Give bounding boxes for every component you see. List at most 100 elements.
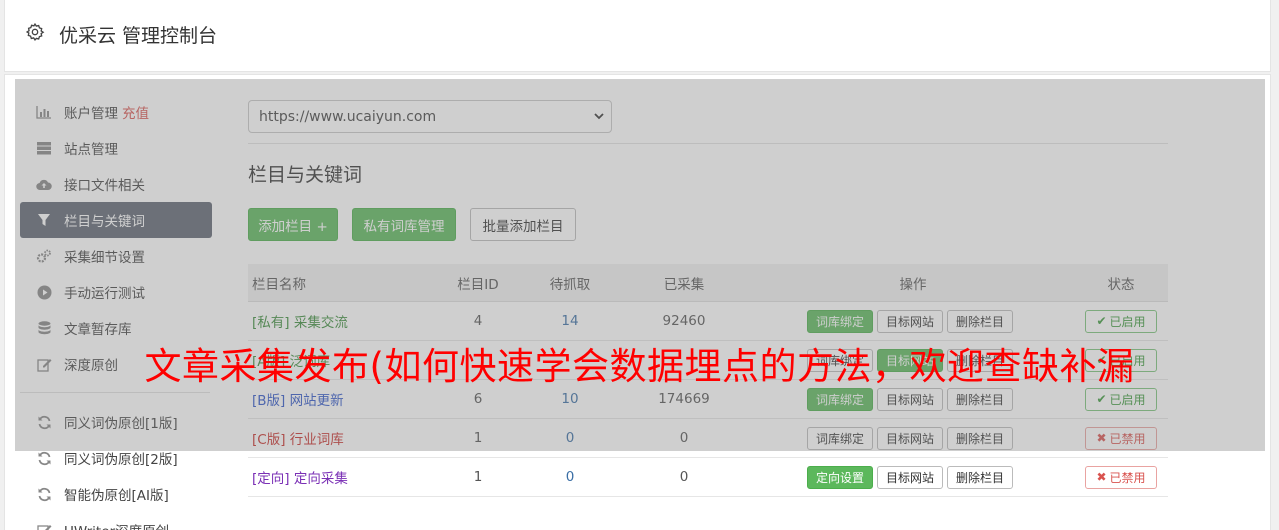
- bind-lib-button[interactable]: 词库绑定: [807, 387, 874, 411]
- sidebar-item-columns[interactable]: 栏目与关键词: [20, 202, 212, 238]
- table-row: [定向] 定向采集 1 0 0 定向设置 目标网站 删除栏目 ✖ 已禁用: [248, 458, 1168, 497]
- site-select-value: https://www.ucaiyun.com: [259, 108, 437, 125]
- bar-chart-icon: [36, 104, 52, 120]
- add-column-button[interactable]: 添加栏目 +: [248, 208, 338, 241]
- close-icon: ✖: [1096, 431, 1107, 445]
- sidebar-item-sites[interactable]: 站点管理: [20, 130, 212, 166]
- status-label: 已禁用: [1109, 431, 1146, 446]
- status-toggle[interactable]: ✖ 已禁用: [1085, 465, 1157, 489]
- refresh-icon: [36, 486, 52, 502]
- sidebar-item-ai-original[interactable]: 智能伪原创[AI版]: [20, 476, 212, 512]
- status-toggle[interactable]: ✖ 已禁用: [1085, 426, 1157, 450]
- sidebar-item-uwriter[interactable]: UWriter深度原创: [20, 512, 212, 530]
- column-name: 定向采集: [293, 471, 348, 487]
- col-header-status: 状态: [1107, 276, 1135, 293]
- status-label: 已启用: [1109, 314, 1146, 329]
- sidebar-item-manual-run[interactable]: 手动运行测试: [20, 274, 212, 310]
- chevron-down-icon: [594, 113, 604, 120]
- app-header: 优采云 管理控制台: [4, 0, 1271, 72]
- row-actions: 词库绑定 目标网站 删除栏目: [807, 302, 1017, 340]
- refresh-icon: [36, 414, 52, 430]
- column-name-cell[interactable]: [私有] 采集交流: [252, 302, 348, 340]
- column-tag: [C版]: [252, 432, 286, 448]
- sidebar-item-label: 文章暂存库: [64, 322, 132, 338]
- target-site-button[interactable]: 目标网站: [877, 465, 944, 489]
- refresh-icon: [36, 450, 52, 466]
- private-lib-button[interactable]: 私有词库管理: [352, 208, 456, 241]
- column-name: 行业词库: [289, 432, 344, 448]
- column-name: 采集交流: [293, 315, 348, 331]
- status-cell: ✖ 已禁用: [1084, 419, 1158, 457]
- cloud-upload-icon: [36, 176, 52, 192]
- delete-column-button[interactable]: 删除栏目: [947, 309, 1014, 333]
- batch-add-button[interactable]: 批量添加栏目: [470, 208, 576, 241]
- target-site-button[interactable]: 目标网站: [877, 426, 944, 450]
- collected-count: 0: [679, 430, 689, 446]
- sidebar-item-label: 智能伪原创[AI版]: [64, 488, 169, 504]
- gear-icon: [25, 22, 45, 42]
- col-header-actions: 操作: [899, 276, 927, 293]
- status-cell: ✔ 已启用: [1084, 302, 1158, 340]
- sidebar-item-label: 同义词伪原创[2版]: [64, 452, 178, 468]
- status-label: 已启用: [1109, 392, 1146, 407]
- sidebar-item-account[interactable]: 账户管理 充值: [20, 94, 212, 130]
- table-row: [C版] 行业词库 1 0 0 词库绑定 目标网站 删除栏目 ✖ 已禁用: [248, 419, 1168, 458]
- sidebar-item-label: 账户管理: [64, 106, 118, 122]
- edit-icon: [36, 522, 52, 530]
- sidebar-item-interface[interactable]: 接口文件相关: [20, 166, 212, 202]
- bind-lib-button[interactable]: 词库绑定: [807, 426, 874, 450]
- pending-count[interactable]: 0: [540, 458, 600, 496]
- sidebar-item-label: 站点管理: [64, 142, 118, 158]
- overlay-banner-text: 文章采集发布(如何快速学会数据埋点的方法，欢迎查缺补漏: [144, 345, 1135, 388]
- play-circle-icon: [36, 284, 52, 300]
- table-header: 栏目名称 栏目ID 待抓取 已采集 操作 状态: [248, 264, 1168, 302]
- close-icon: ✖: [1096, 470, 1107, 484]
- column-tag: [定向]: [252, 471, 290, 487]
- col-header-pending: 待抓取: [549, 276, 591, 293]
- page-title: 栏目与关键词: [248, 164, 363, 186]
- status-cell: ✖ 已禁用: [1084, 458, 1158, 496]
- delete-column-button[interactable]: 删除栏目: [947, 387, 1014, 411]
- row-actions: 词库绑定 目标网站 删除栏目: [807, 419, 1017, 457]
- app-title: 优采云 管理控制台: [59, 25, 218, 47]
- sidebar-item-label: 手动运行测试: [64, 286, 145, 302]
- status-toggle[interactable]: ✔ 已启用: [1085, 309, 1157, 333]
- status-toggle[interactable]: ✔ 已启用: [1085, 387, 1157, 411]
- sidebar-item-synonym-v2[interactable]: 同义词伪原创[2版]: [20, 440, 212, 476]
- sidebar-divider: [20, 392, 210, 393]
- target-site-button[interactable]: 目标网站: [877, 387, 944, 411]
- column-tag: [私有]: [252, 315, 290, 331]
- column-id: 1: [473, 469, 483, 485]
- sidebar: 账户管理 充值 站点管理 接口文件相关 栏目与关键词 采集细节设置 手动运行测试: [20, 94, 212, 530]
- filter-icon: [36, 212, 52, 228]
- sidebar-item-label: 采集细节设置: [64, 250, 145, 266]
- sidebar-item-synonym-v1[interactable]: 同义词伪原创[1版]: [20, 404, 212, 440]
- bind-lib-button[interactable]: 词库绑定: [807, 309, 874, 333]
- column-name-cell[interactable]: [C版] 行业词库: [252, 419, 344, 457]
- sidebar-item-label: 栏目与关键词: [64, 214, 145, 230]
- divider: [248, 143, 1168, 144]
- delete-column-button[interactable]: 删除栏目: [947, 426, 1014, 450]
- sidebar-item-collect-settings[interactable]: 采集细节设置: [20, 238, 212, 274]
- collected-count: 92460: [662, 313, 706, 329]
- column-id: 4: [473, 313, 483, 329]
- status-label: 已禁用: [1109, 470, 1146, 485]
- column-name-cell[interactable]: [定向] 定向采集: [252, 458, 348, 496]
- pending-count[interactable]: 0: [540, 419, 600, 457]
- cogs-icon: [36, 248, 52, 264]
- column-name: 网站更新: [289, 393, 344, 409]
- column-tag: [B版]: [252, 393, 286, 409]
- column-id: 1: [473, 430, 483, 446]
- bind-lib-button[interactable]: 定向设置: [807, 465, 874, 489]
- database-icon: [36, 320, 52, 336]
- row-actions: 定向设置 目标网站 删除栏目: [807, 458, 1017, 496]
- check-icon: ✔: [1096, 314, 1107, 328]
- col-header-collected: 已采集: [663, 276, 705, 293]
- delete-column-button[interactable]: 删除栏目: [947, 465, 1014, 489]
- target-site-button[interactable]: 目标网站: [877, 309, 944, 333]
- recharge-link[interactable]: 充值: [122, 102, 149, 122]
- site-select[interactable]: https://www.ucaiyun.com: [248, 100, 612, 133]
- server-icon: [36, 140, 52, 156]
- pending-count[interactable]: 14: [540, 302, 600, 340]
- sidebar-item-label: UWriter深度原创: [64, 520, 169, 530]
